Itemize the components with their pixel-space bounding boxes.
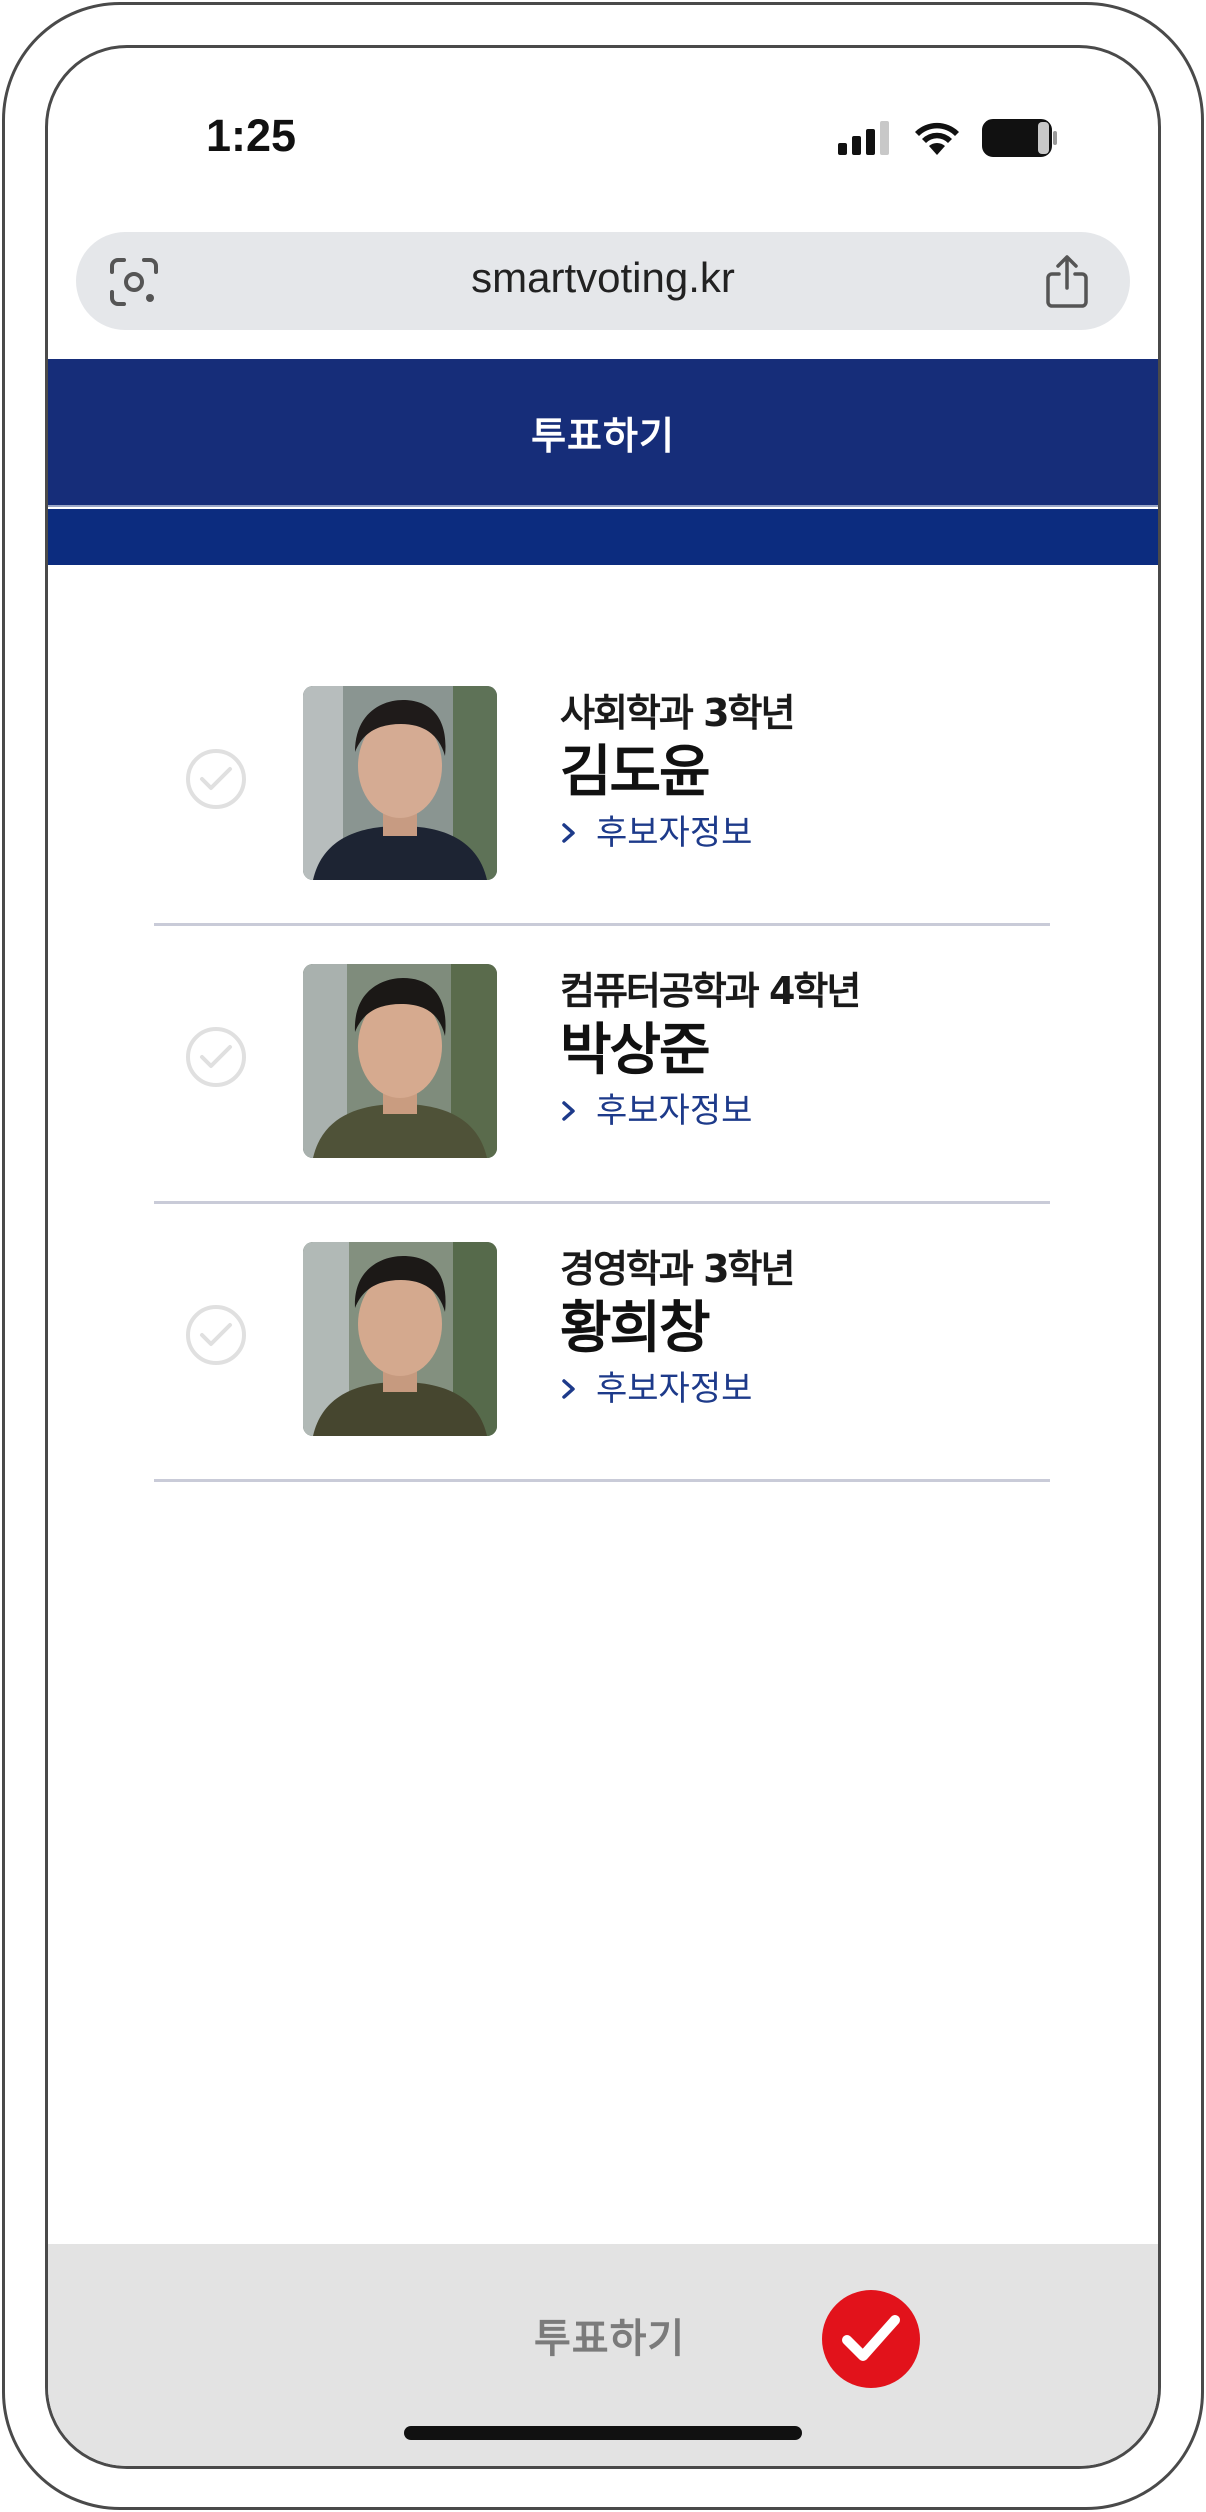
- candidate-photo: [303, 686, 497, 880]
- candidate-item[interactable]: 컴퓨터공학과 4학년 박상준 후보자정보: [154, 926, 1050, 1204]
- candidate-info: 경영학과 3학년 황희창 후보자정보: [560, 1246, 795, 1412]
- check-icon: [200, 1045, 232, 1068]
- candidate-info-label[interactable]: 후보자정보: [596, 810, 752, 856]
- candidate-photo: [303, 964, 497, 1158]
- candidate-name: 김도윤: [560, 740, 711, 805]
- candidate-info-label[interactable]: 후보자정보: [596, 1366, 752, 1412]
- candidate-name: 황희창: [560, 1296, 711, 1361]
- url-text[interactable]: smartvoting.kr: [76, 254, 1130, 302]
- header-sub-bar: [48, 509, 1158, 565]
- candidate-dept: 경영학과 3학년: [560, 1247, 795, 1291]
- share-icon[interactable]: [1044, 254, 1090, 308]
- candidate-name: 박상준: [560, 1018, 711, 1083]
- candidate-info-link[interactable]: 후보자정보: [560, 810, 793, 856]
- page-header: 투표하기: [48, 359, 1158, 507]
- battery-icon: [982, 119, 1057, 157]
- candidate-dept: 사회학과 3학년: [560, 691, 795, 735]
- candidate-info: 사회학과 3학년 김도윤 후보자정보: [560, 690, 795, 856]
- signal-icon: [838, 121, 889, 155]
- wifi-icon: [915, 122, 959, 155]
- check-icon: [200, 1323, 232, 1346]
- candidate-info: 컴퓨터공학과 4학년 박상준 후보자정보: [560, 968, 861, 1134]
- select-checkbox[interactable]: [186, 749, 246, 809]
- check-icon: [200, 767, 232, 790]
- select-checkbox[interactable]: [186, 1305, 246, 1365]
- home-indicator: [404, 2426, 802, 2440]
- candidate-info-link[interactable]: 후보자정보: [560, 1366, 793, 1412]
- candidate-photo: [303, 1242, 497, 1436]
- candidate-info-link[interactable]: 후보자정보: [560, 1088, 859, 1134]
- chevron-right-icon: [562, 823, 575, 843]
- vote-button-label[interactable]: 투표하기: [534, 2306, 685, 2364]
- screen: 1:25 smartvoting.kr 투표하기 사회학과 3학년 김도윤 후보…: [48, 48, 1158, 2466]
- candidate-list: 사회학과 3학년 김도윤 후보자정보 컴퓨터공학과 4학년 박상준 후보자정보 …: [154, 648, 1050, 1482]
- chevron-right-icon: [562, 1379, 575, 1399]
- address-bar[interactable]: smartvoting.kr: [76, 232, 1130, 330]
- candidate-item[interactable]: 경영학과 3학년 황희창 후보자정보: [154, 1204, 1050, 1482]
- page-title: 투표하기: [531, 413, 675, 458]
- vote-footer: 투표하기: [48, 2244, 1158, 2466]
- candidate-item[interactable]: 사회학과 3학년 김도윤 후보자정보: [154, 648, 1050, 926]
- chevron-right-icon: [562, 1101, 575, 1121]
- candidate-dept: 컴퓨터공학과 4학년: [560, 969, 861, 1013]
- check-icon: [842, 2315, 900, 2361]
- status-time: 1:25: [206, 110, 297, 161]
- candidate-info-label[interactable]: 후보자정보: [596, 1088, 752, 1134]
- select-checkbox[interactable]: [186, 1027, 246, 1087]
- vote-button[interactable]: [822, 2290, 920, 2388]
- status-icons: [838, 116, 1058, 160]
- phone-screen-frame: 1:25 smartvoting.kr 투표하기 사회학과 3학년 김도윤 후보…: [45, 45, 1161, 2469]
